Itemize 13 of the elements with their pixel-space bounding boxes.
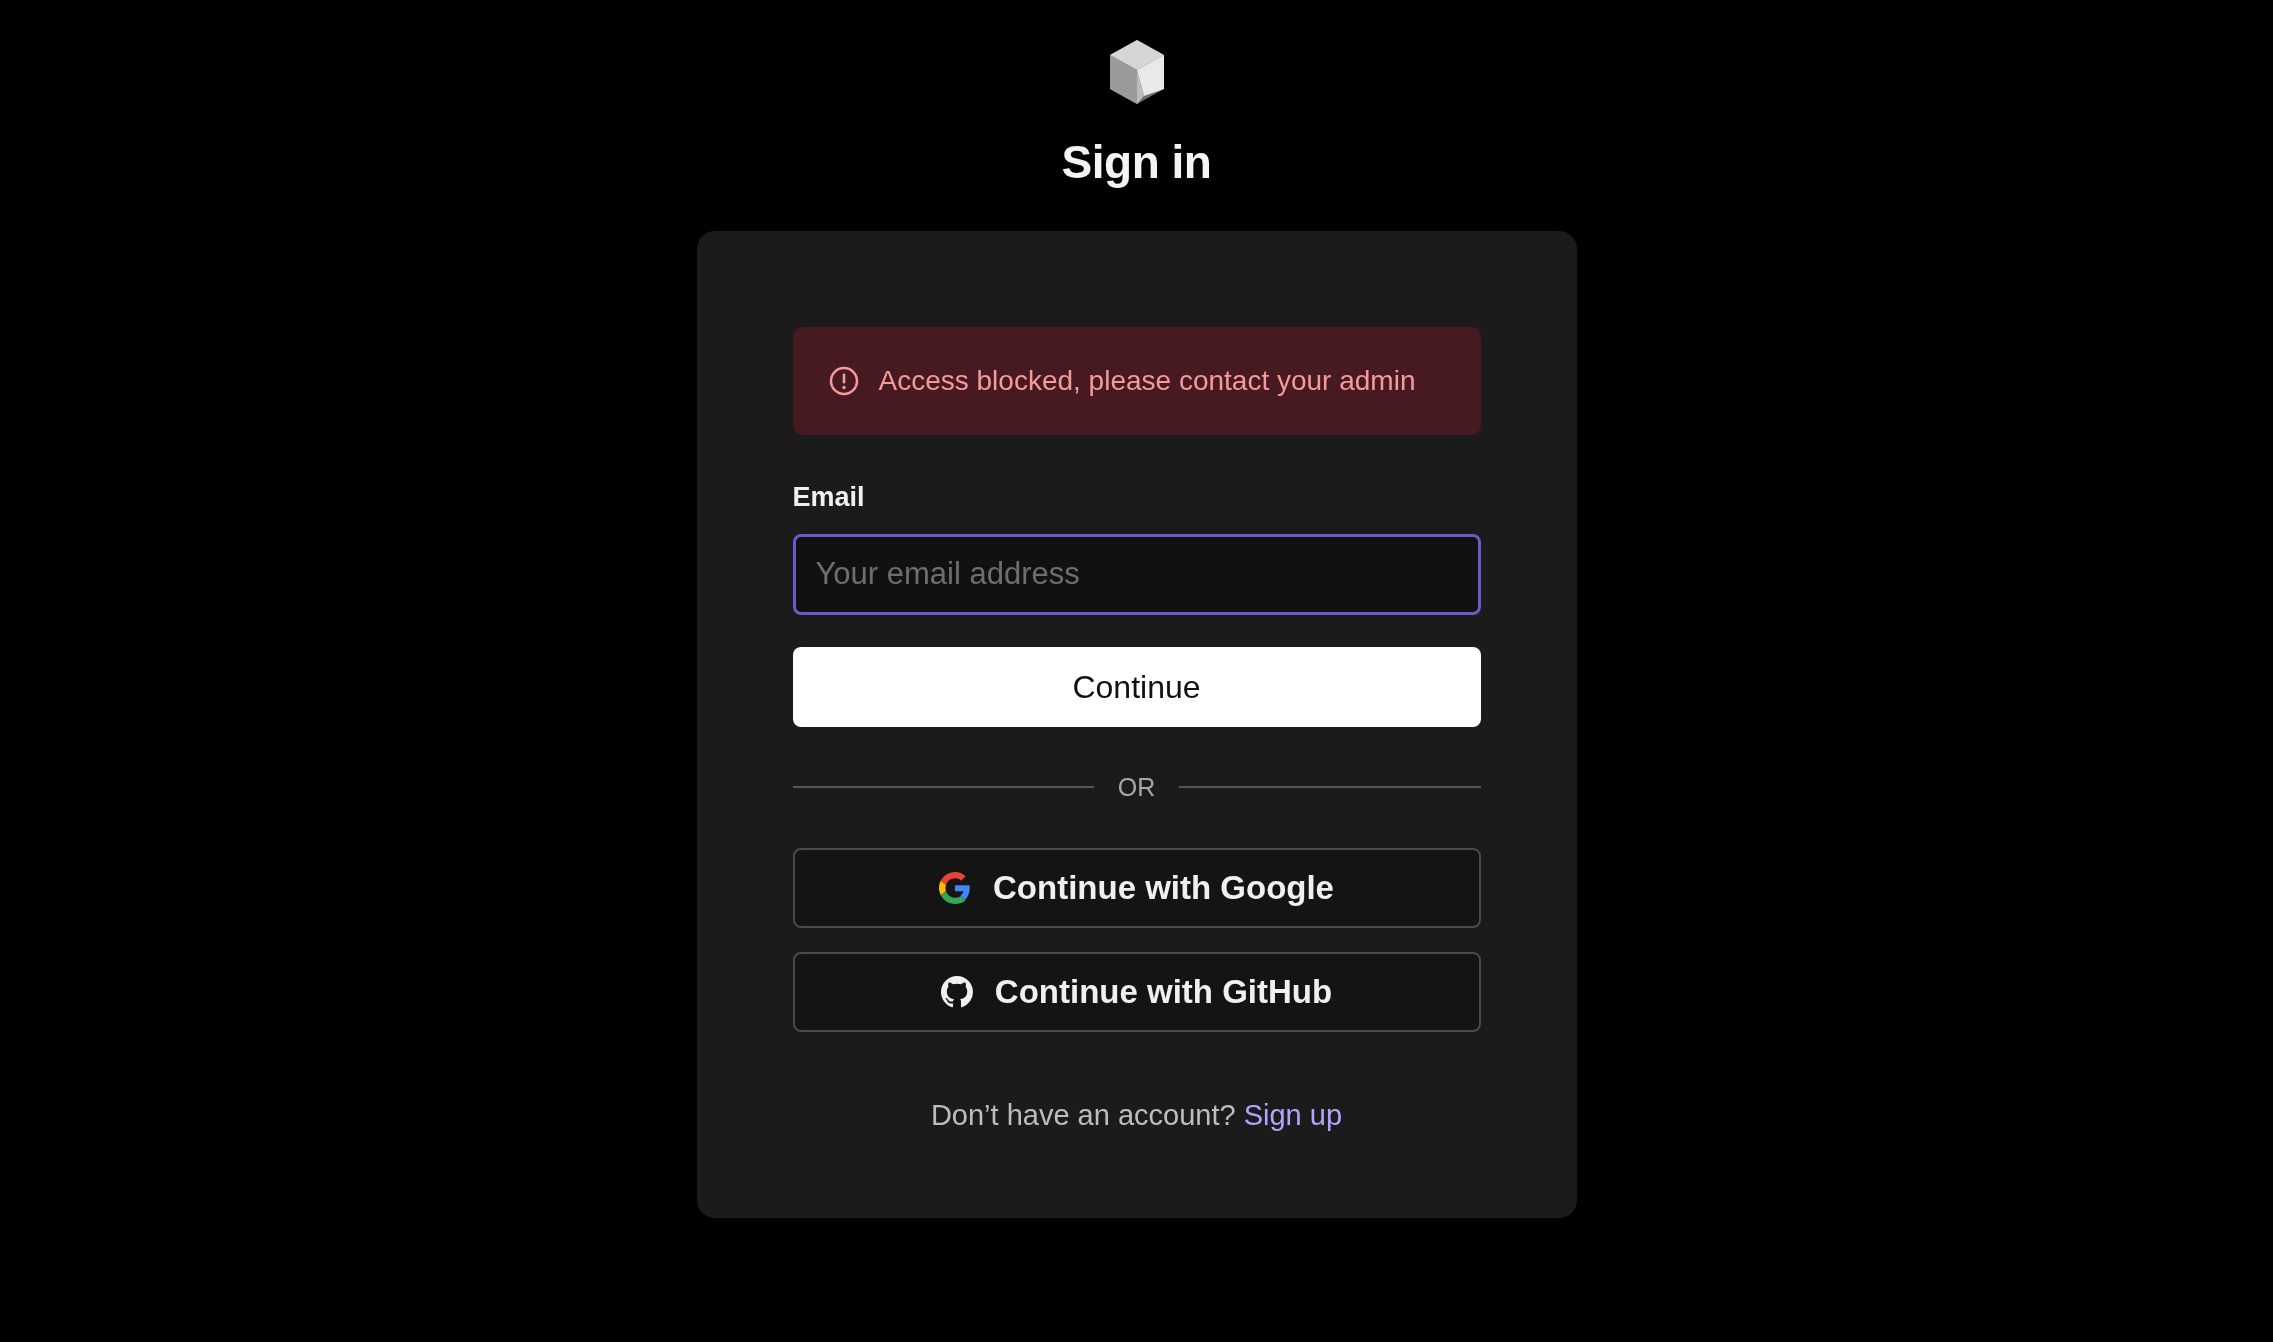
footer-text: Don’t have an account? bbox=[930, 1099, 1236, 1131]
email-label: Email bbox=[792, 481, 866, 514]
sign-up-link[interactable]: Sign up bbox=[1243, 1099, 1343, 1131]
github-logo-icon bbox=[940, 976, 973, 1008]
continue-button[interactable]: Continue bbox=[792, 646, 1481, 727]
alert-message: Access blocked, please contact your admin bbox=[878, 364, 1416, 398]
google-sign-in-button[interactable]: Continue with Google bbox=[792, 848, 1481, 928]
page-title: Sign in bbox=[1061, 135, 1212, 190]
github-sign-in-button[interactable]: Continue with GitHub bbox=[792, 952, 1481, 1032]
email-input-field[interactable]: Your email address bbox=[792, 533, 1481, 615]
warning-icon bbox=[828, 366, 859, 396]
divider-label: OR bbox=[1117, 771, 1156, 803]
google-logo-icon bbox=[939, 872, 971, 904]
